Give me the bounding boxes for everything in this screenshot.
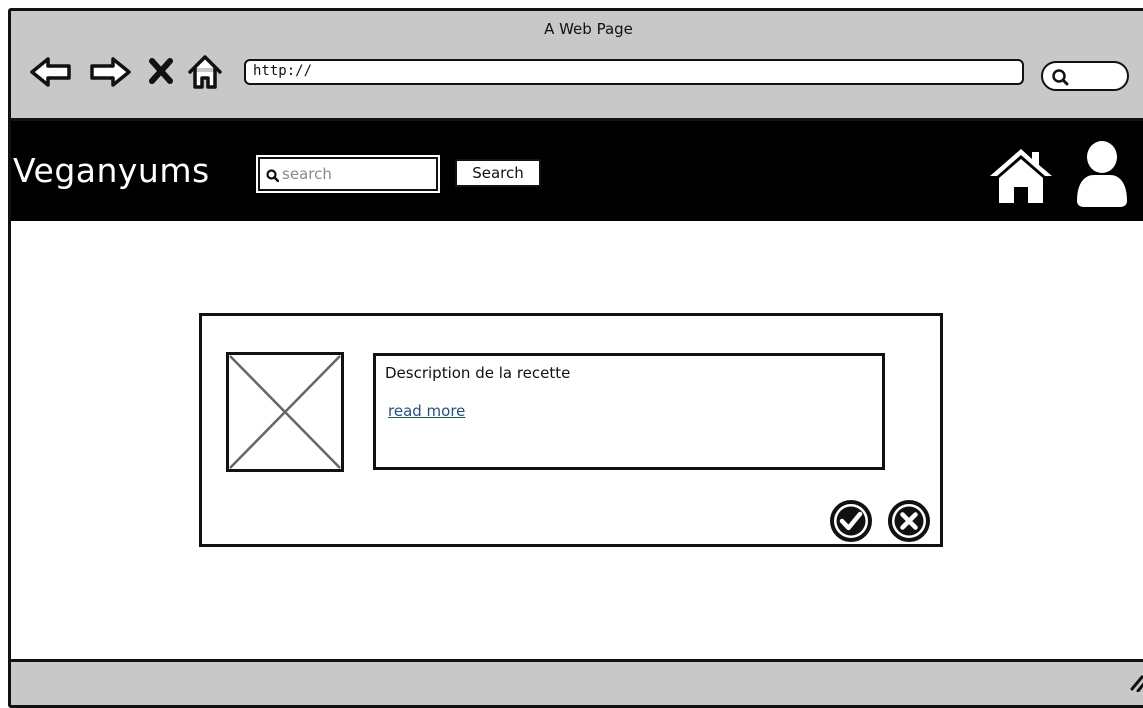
- user-icon[interactable]: [1074, 139, 1130, 213]
- search-icon: [1052, 69, 1069, 86]
- recipe-card: Description de la recette read more: [199, 313, 943, 547]
- search-icon: [266, 169, 279, 182]
- close-icon[interactable]: [149, 58, 173, 92]
- x-circle-icon[interactable]: [886, 498, 932, 548]
- app-header: Veganyums Search: [11, 121, 1143, 221]
- search-button[interactable]: Search: [455, 159, 541, 187]
- check-circle-icon[interactable]: [828, 498, 874, 548]
- resize-handle-icon[interactable]: [1129, 672, 1143, 696]
- image-placeholder: [226, 352, 344, 476]
- recipe-description-box: Description de la recette read more: [373, 353, 885, 470]
- url-bar[interactable]: http://: [244, 59, 1024, 85]
- status-bar: [11, 659, 1143, 705]
- window-title: A Web Page: [544, 20, 633, 38]
- arrow-left-icon[interactable]: [29, 55, 73, 89]
- search-field[interactable]: [256, 155, 440, 193]
- home-icon[interactable]: [986, 143, 1056, 211]
- browser-search-field[interactable]: [1041, 61, 1129, 91]
- browser-window: A Web Page http:// Veganyums search Sear…: [8, 8, 1143, 708]
- recipe-description: Description de la recette: [385, 364, 571, 382]
- brand-logo[interactable]: Veganyums: [13, 151, 210, 190]
- read-more-link[interactable]: read more: [388, 402, 465, 420]
- search-input[interactable]: [282, 163, 432, 185]
- home-outline-icon[interactable]: [186, 53, 224, 89]
- arrow-right-icon[interactable]: [88, 55, 132, 89]
- browser-chrome: A Web Page http://: [11, 11, 1143, 121]
